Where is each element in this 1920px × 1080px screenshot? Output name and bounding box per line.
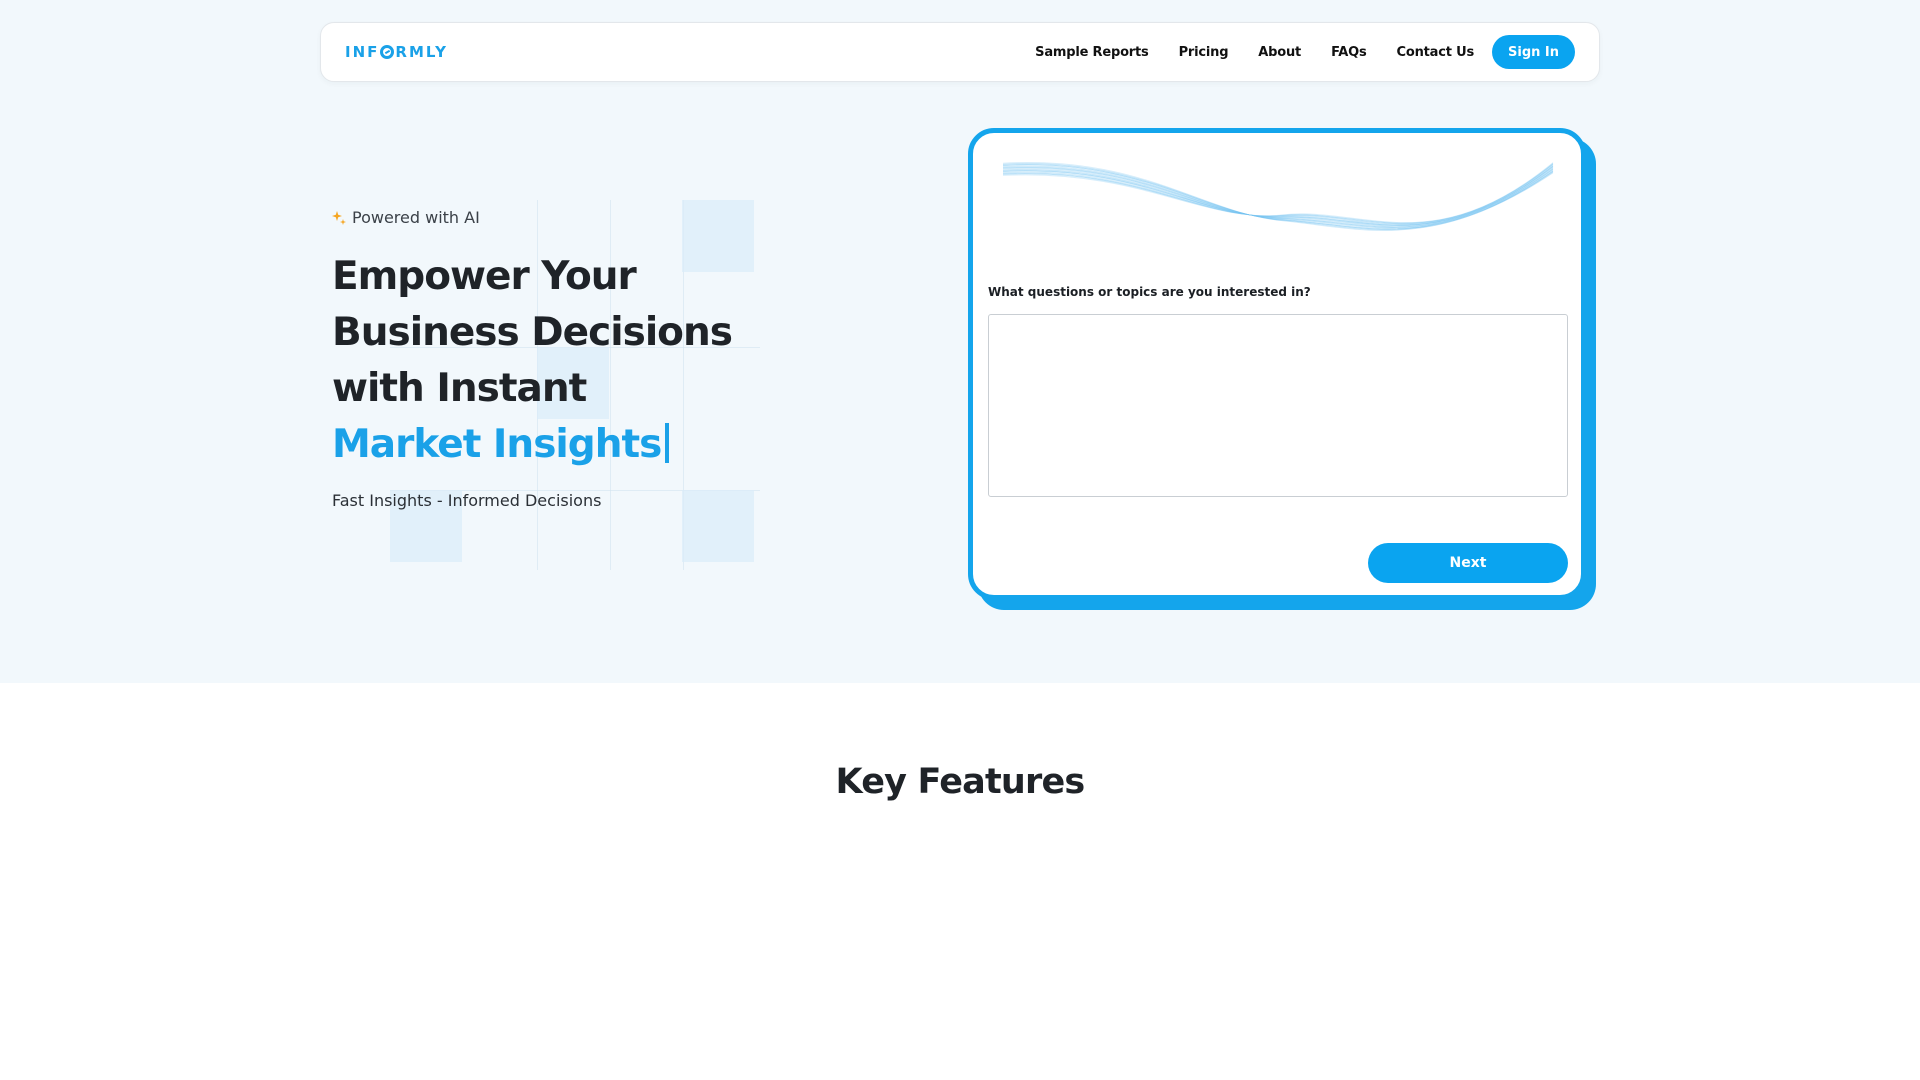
logo-text-prefix: INF xyxy=(345,43,380,61)
nav-link-contact-us[interactable]: Contact Us xyxy=(1397,45,1475,60)
hero-subline: Fast Insights - Informed Decisions xyxy=(332,491,602,510)
hero-text-block: Powered with AI Empower Your Business De… xyxy=(332,208,792,510)
brand-logo[interactable]: INF RMLY xyxy=(345,43,448,61)
sign-in-button[interactable]: Sign In xyxy=(1492,35,1575,69)
logo-o-icon xyxy=(380,45,395,59)
headline-line-3: with Instant xyxy=(332,366,587,411)
sparkle-icon xyxy=(332,210,346,225)
logo-text-suffix: RMLY xyxy=(395,43,448,61)
wave-lines-illustration xyxy=(1003,162,1554,231)
typing-caret xyxy=(665,423,670,463)
headline-line-2: Business Decisions xyxy=(332,310,733,355)
nav-link-sample-reports[interactable]: Sample Reports xyxy=(1035,45,1149,60)
question-card: What questions or topics are you interes… xyxy=(968,128,1586,600)
hero-headline: Empower Your Business Decisions with Ins… xyxy=(332,249,792,473)
question-input[interactable] xyxy=(988,314,1568,497)
headline-accent: Market Insights xyxy=(332,422,662,467)
nav-link-faqs[interactable]: FAQs xyxy=(1331,45,1367,60)
top-navbar: INF RMLY Sample Reports Pricing About FA… xyxy=(320,22,1600,82)
key-features-title: Key Features xyxy=(835,762,1086,802)
hero-section xyxy=(0,0,1920,683)
nav-link-pricing[interactable]: Pricing xyxy=(1179,45,1229,60)
powered-text: Powered with AI xyxy=(352,208,480,227)
question-label: What questions or topics are you interes… xyxy=(988,285,1311,299)
headline-line-1: Empower Your xyxy=(332,254,637,299)
nav-links: Sample Reports Pricing About FAQs Contac… xyxy=(1035,35,1575,69)
powered-badge: Powered with AI xyxy=(332,208,792,227)
next-button[interactable]: Next xyxy=(1368,543,1568,583)
nav-link-about[interactable]: About xyxy=(1258,45,1301,60)
